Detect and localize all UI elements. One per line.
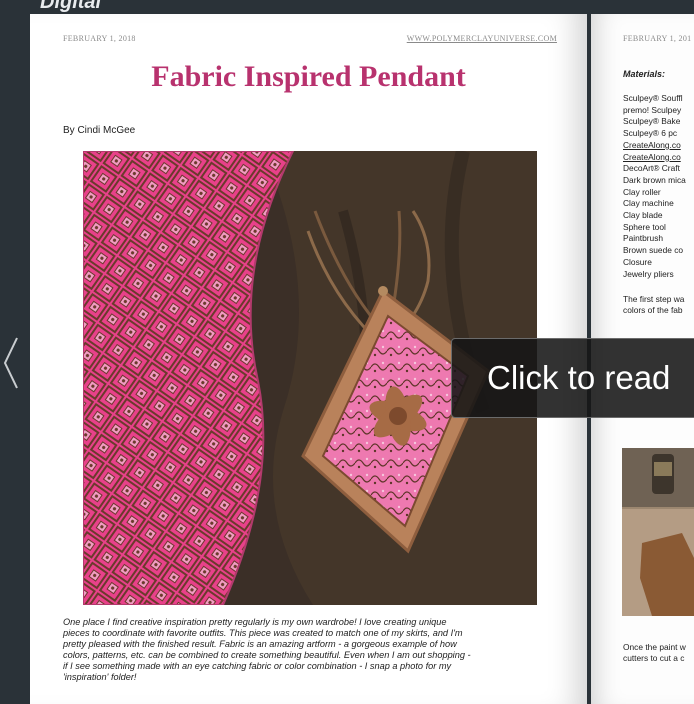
material-item: Clay blade [623,210,663,221]
chevron-left-icon [3,337,18,389]
step-line: cutters to cut a c [623,652,685,663]
article-title: Fabric Inspired Pendant [151,60,466,93]
material-item: Paintbrush [623,233,664,244]
materials-heading: Materials: [623,69,666,79]
material-link[interactable]: CreateAlong.co [623,152,686,164]
viewer-header: Digital [0,0,694,14]
intro-line: One place I find creative inspiration pr… [63,617,447,627]
material-item: Brown suede co [623,245,684,256]
step-line: The first step wa [623,294,685,304]
intro-line: pieces to coordinate with favorite outfi… [63,628,463,638]
step-text: The first step wa colors of the fab [623,294,684,315]
step-photo [622,448,694,616]
material-item: Clay roller [623,186,661,197]
viewer-title: Digital [40,0,102,13]
click-to-read-button[interactable]: Click to read [451,338,694,418]
step-line: Once the paint w [623,642,686,652]
materials-list: Sculpey® Souffl premo! Sculpey Sculpey® … [623,93,686,280]
material-item: Closure [623,256,652,267]
intro-line: pretty pleased with the finished result.… [63,639,457,649]
material-item: premo! Sculpey [623,104,682,115]
page-date: FEBRUARY 1, 2018 [63,34,136,43]
intro-line: if I see something made with an eye catc… [63,661,452,671]
intro-line: colors, patterns, etc. can be combined t… [63,650,471,660]
step-text: Once the paint w cutters to cut a c [623,642,686,663]
article-intro: One place I find creative inspiration pr… [63,617,563,683]
material-item: Jewelry pliers [623,268,674,279]
material-item: Sculpey® Bake [623,116,681,127]
site-link[interactable]: WWW.POLYMERCLAYUNIVERSE.COM [407,34,557,43]
click-to-read-label: Click to read [487,359,671,396]
material-link[interactable]: CreateAlong.co [623,140,686,152]
byline: By Cindi McGee [63,125,136,136]
material-item: DecoArt® Craft [623,163,680,174]
page-date: FEBRUARY 1, 201 [623,34,692,43]
material-item: Sphere tool [623,221,666,232]
previous-page-button[interactable] [0,322,22,404]
material-item: Sculpey® 6 pc [623,128,678,139]
step-line: colors of the fab [623,304,683,315]
material-item: Dark brown mica [623,174,686,185]
material-item: Sculpey® Souffl [623,93,683,103]
material-item: Clay machine [623,198,674,209]
intro-line: 'inspiration' folder! [63,672,137,682]
